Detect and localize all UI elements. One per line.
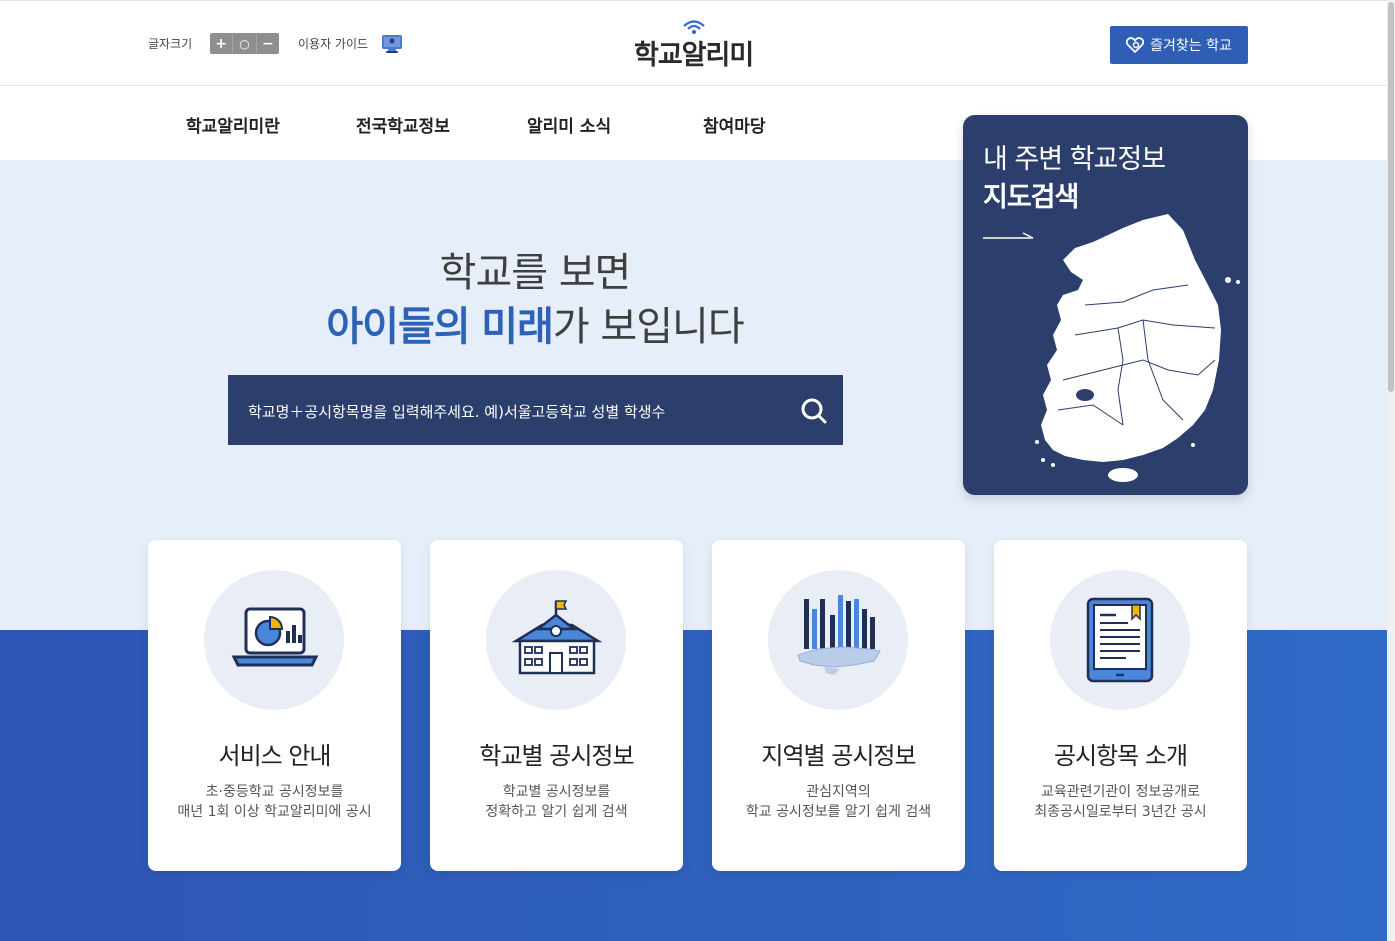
- card-description-line1: 학교별 공시정보를: [502, 784, 611, 800]
- font-size-reset-button[interactable]: ○: [232, 33, 257, 54]
- logo-text: 학교알리미: [634, 40, 754, 71]
- search-bar[interactable]: 학교명＋공시항목명을 입력해주세요. 예)서울고등학교 성별 학생수: [228, 375, 843, 445]
- page-scrollbar-thumb[interactable]: [1388, 2, 1394, 392]
- nav-item-news[interactable]: 알리미 소식: [527, 112, 611, 137]
- service-guide-card[interactable]: 서비스 안내 초·중등학교 공시정보를 매년 1회 이상 학교알리미에 공시: [148, 540, 401, 871]
- top-header: 글자크기 + ○ − 이용자 가이드 학교알리미 즐겨찾는 학교: [0, 0, 1395, 86]
- card-description-line2: 학교 공시정보를 알기 쉽게 검색: [745, 804, 932, 820]
- card-icon-circle: [1050, 570, 1190, 710]
- hero-headline-line1: 학교를 보면: [439, 250, 632, 296]
- document-tablet-icon: [1086, 597, 1154, 683]
- card-icon-circle: [486, 570, 626, 710]
- heart-search-icon: [1126, 37, 1145, 53]
- laptop-chart-icon: [231, 607, 319, 667]
- card-description: 학교별 공시정보를 정확하고 알기 쉽게 검색: [430, 782, 683, 822]
- font-size-increase-button[interactable]: +: [210, 33, 232, 54]
- card-description: 교육관련기관이 정보공개로 최종공시일로부터 3년간 공시: [994, 782, 1247, 822]
- font-size-label: 글자크기: [148, 37, 193, 51]
- card-description-line2: 매년 1회 이상 학교알리미에 공시: [177, 804, 372, 820]
- card-title: 공시항목 소개: [1053, 742, 1188, 770]
- region-bar-chart-icon: [797, 595, 881, 675]
- school-building-icon: [512, 600, 602, 675]
- nav-item-school-info[interactable]: 전국학교정보: [356, 112, 450, 137]
- hero-highlight-future: 미래: [481, 304, 554, 350]
- map-card-title: 내 주변 학교정보: [983, 144, 1166, 175]
- card-description: 관심지역의 학교 공시정보를 알기 쉽게 검색: [712, 782, 965, 822]
- monitor-guide-icon[interactable]: [381, 33, 403, 55]
- nav-item-participation[interactable]: 참여마당: [703, 112, 766, 137]
- site-logo[interactable]: 학교알리미: [634, 19, 764, 71]
- card-description-line1: 초·중등학교 공시정보를: [205, 784, 344, 800]
- card-description-line1: 교육관련기관이 정보공개로: [1040, 784, 1200, 800]
- card-title: 지역별 공시정보: [761, 742, 916, 770]
- card-icon-circle: [204, 570, 344, 710]
- search-input[interactable]: 학교명＋공시항목명을 입력해주세요. 예)서울고등학교 성별 학생수: [248, 401, 665, 422]
- map-search-card[interactable]: 내 주변 학교정보 지도검색: [963, 115, 1248, 495]
- school-disclosure-card[interactable]: 학교별 공시정보 학교별 공시정보를 정확하고 알기 쉽게 검색: [430, 540, 683, 871]
- font-size-decrease-button[interactable]: −: [257, 33, 279, 54]
- nav-item-about[interactable]: 학교알리미란: [186, 112, 280, 137]
- card-title: 서비스 안내: [218, 742, 331, 770]
- card-description-line2: 최종공시일로부터 3년간 공시: [1034, 804, 1207, 820]
- map-card-subtitle: 지도검색: [983, 182, 1079, 213]
- korea-map-icon: [1035, 214, 1240, 482]
- card-description-line2: 정확하고 알기 쉽게 검색: [485, 804, 628, 820]
- card-description: 초·중등학교 공시정보를 매년 1회 이상 학교알리미에 공시: [148, 782, 401, 822]
- disclosure-items-card[interactable]: 공시항목 소개 교육관련기관이 정보공개로 최종공시일로부터 3년간 공시: [994, 540, 1247, 871]
- hero-headline-line2: 아이들의 미래가 보입니다: [0, 294, 1070, 352]
- search-icon[interactable]: [800, 397, 828, 425]
- card-icon-circle: [768, 570, 908, 710]
- hero-headline-rest: 가 보입니다: [552, 304, 745, 350]
- card-description-line1: 관심지역의: [806, 784, 871, 800]
- font-size-controls: + ○ −: [210, 33, 279, 54]
- user-guide-link[interactable]: 이용자 가이드: [298, 35, 368, 52]
- favorite-schools-label: 즐겨찾는 학교: [1150, 38, 1232, 54]
- favorite-schools-button[interactable]: 즐겨찾는 학교: [1110, 26, 1248, 64]
- region-disclosure-card[interactable]: 지역별 공시정보 관심지역의 학교 공시정보를 알기 쉽게 검색: [712, 540, 965, 871]
- card-title: 학교별 공시정보: [479, 742, 634, 770]
- hero-highlight-children: 아이들의: [326, 304, 470, 350]
